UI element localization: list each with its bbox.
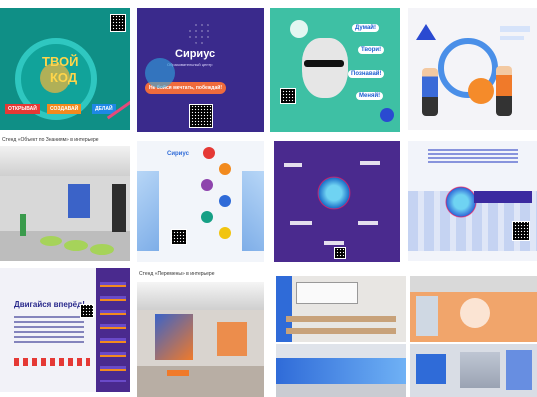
photo-hall-2[interactable] <box>137 282 264 397</box>
wall-mural <box>276 358 406 384</box>
photo-classroom[interactable] <box>276 276 406 342</box>
qr-code-icon <box>512 221 530 241</box>
bubble-icon <box>203 147 215 159</box>
decor-circle <box>290 20 308 38</box>
photo-hall-1[interactable] <box>0 146 130 261</box>
poster-sirius-circles[interactable]: Сириус <box>137 141 264 262</box>
bubble-icon <box>201 211 213 223</box>
poster-city[interactable] <box>408 141 537 261</box>
photo-orange-room[interactable] <box>410 276 537 342</box>
floor <box>137 366 264 397</box>
floor <box>276 384 406 397</box>
corridor-depth <box>460 352 500 388</box>
plant <box>20 214 26 236</box>
bench <box>167 370 189 376</box>
statue-head-icon <box>302 38 348 98</box>
photo-corridor[interactable] <box>410 344 537 397</box>
sunglasses-icon <box>304 60 344 67</box>
poster-purple-space[interactable] <box>274 141 400 262</box>
ceiling <box>410 276 537 292</box>
bench <box>40 236 62 246</box>
decor-planet <box>316 175 352 211</box>
sirius-brand: Сириус <box>167 151 189 157</box>
poster-sirius[interactable]: Сириус Образовательный центр Не бойся ме… <box>137 8 264 132</box>
bench <box>90 244 114 255</box>
student-figure-icon <box>422 68 438 116</box>
wall-art <box>460 298 490 328</box>
decor-feather-left <box>137 171 159 251</box>
ceiling <box>0 146 130 176</box>
decor-stripes <box>100 282 126 382</box>
bubble-icon <box>201 179 213 191</box>
poster-tvoy-kod[interactable]: ТВОЙ КОД ОТКРЫВАЙ СОЗДАВАЙ ДЕЛАЙ <box>0 8 130 130</box>
decor-feather-right <box>242 171 264 251</box>
window <box>416 296 438 336</box>
poster-think-create[interactable]: Думай! Твори! Познавай! Меняй! <box>270 8 400 132</box>
number-row <box>14 358 90 366</box>
banner <box>474 191 532 203</box>
whiteboard <box>296 282 358 304</box>
poster-title: Двигайся вперёд! <box>14 300 85 309</box>
note-card <box>324 241 344 245</box>
sirius-logo-icon <box>187 22 213 44</box>
decor-bar <box>500 26 530 32</box>
caption-stand-1: Стенд «Объект по Знаниям» в интерьере <box>2 137 99 143</box>
qr-code-icon <box>80 304 94 318</box>
qr-code-icon <box>110 14 126 32</box>
bubble-icon <box>219 227 231 239</box>
qr-code-icon <box>280 88 296 104</box>
word-think: Думай! <box>352 24 379 32</box>
wall-sign <box>416 354 446 384</box>
word-change: Меняй! <box>356 92 384 100</box>
bubble-icon <box>219 163 231 175</box>
wall-mural <box>155 314 193 360</box>
decor-circle <box>468 78 494 104</box>
poster-title-bottom: КОД <box>50 70 78 85</box>
poster-move-forward[interactable]: Двигайся вперёд! <box>0 268 130 392</box>
wall-panel <box>506 350 532 390</box>
header-text-lines <box>428 149 518 163</box>
decor-triangle <box>416 24 436 40</box>
note-card <box>358 221 378 225</box>
ceiling <box>137 282 264 310</box>
qr-code-icon <box>171 229 187 245</box>
door <box>112 184 126 232</box>
decor-planet <box>444 185 478 219</box>
decor-bar <box>500 36 524 40</box>
btn-open: ОТКРЫВАЙ <box>5 104 40 114</box>
note-card <box>290 221 312 225</box>
text-lines <box>14 316 84 344</box>
desk-row <box>286 316 396 322</box>
poster-students[interactable] <box>408 8 537 130</box>
qr-code-icon <box>189 104 213 128</box>
desk-row <box>286 328 396 334</box>
wall-poster <box>68 184 90 218</box>
word-create: Твори! <box>358 46 385 54</box>
caption-stand-2: Стенд «Перемены» в интерьере <box>139 271 215 277</box>
student-figure-icon <box>496 66 512 116</box>
decor-circle <box>145 58 175 88</box>
poster-title-top: ТВОЙ <box>42 54 79 69</box>
sirius-brand: Сириус <box>175 48 216 60</box>
decor-circle <box>380 108 394 122</box>
wall-mural <box>217 322 247 356</box>
photo-blue-hall[interactable] <box>276 344 406 397</box>
note-card <box>284 163 302 167</box>
btn-create: СОЗДАВАЙ <box>47 104 82 114</box>
bench <box>64 240 88 251</box>
word-learn: Познавай! <box>348 70 385 78</box>
bubble-icon <box>219 195 231 207</box>
note-card <box>360 161 380 165</box>
qr-code-icon <box>334 247 346 259</box>
